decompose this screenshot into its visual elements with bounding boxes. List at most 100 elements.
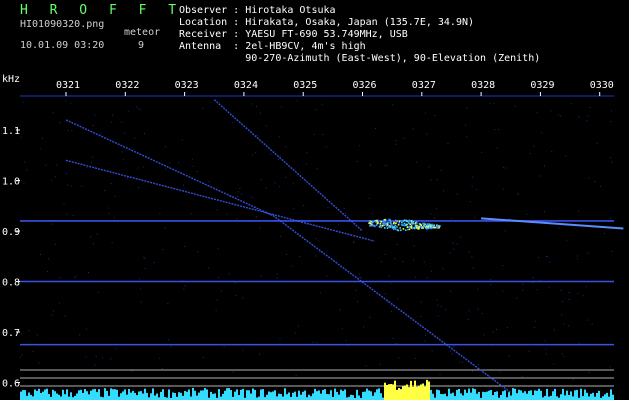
spectrum-bar [262,389,264,400]
noise-speck [477,288,479,290]
spectrum-bar [568,395,570,400]
noise-speck [110,183,112,184]
echo-pixel [376,220,378,223]
spectrum-bar [392,384,394,400]
noise-speck [359,273,361,275]
spectrum-bar [224,390,226,400]
noise-speck [514,105,516,107]
noise-speck [228,273,230,275]
spectrum-bar [254,389,256,400]
spectrum-bar [494,392,496,400]
spectrum-bar [406,384,408,400]
noise-speck [75,275,77,277]
noise-speck [47,271,48,273]
spectrum-bar [144,388,146,400]
noise-speck [58,302,60,304]
noise-speck [610,157,611,159]
echo-pixel [430,227,433,230]
noise-speck [610,217,612,219]
noise-speck [138,187,139,188]
noise-speck [232,371,234,373]
noise-speck [32,351,34,353]
noise-speck [59,277,61,279]
spectrum-bar [202,390,204,400]
spectrum-bar [488,390,490,400]
spectrum-bar [240,389,242,400]
noise-speck [578,116,580,118]
spectrum-bar [192,388,194,400]
noise-speck [471,370,473,372]
noise-speck [402,261,404,263]
spectrum-bar [44,389,46,400]
noise-speck [466,107,467,109]
y-tick-label: 0.8 [2,278,20,289]
echo-pixel [399,227,401,229]
spectrum-bar [228,388,230,400]
noise-speck [611,161,613,163]
noise-speck [305,163,307,165]
noise-speck [159,213,161,214]
noise-speck [414,357,416,359]
noise-speck [143,166,144,168]
noise-speck [144,257,146,259]
noise-speck [121,151,123,153]
echo-pixel [393,222,395,225]
spectrum-bar [132,390,134,400]
spectrum-bar [540,390,542,400]
noise-speck [70,185,72,187]
spectrum-bar [230,390,232,400]
noise-speck [355,289,357,291]
spectrum-bar [596,393,598,400]
noise-speck [490,279,492,281]
noise-speck [386,164,388,166]
noise-speck [79,334,81,336]
noise-speck [526,213,528,215]
spectrum-bar [592,392,594,400]
noise-speck [223,346,225,348]
spectrum-bar [108,395,110,400]
noise-speck [610,121,612,122]
spectrum-bar [172,392,174,400]
spectrum-bar [504,390,506,400]
echo-pixel [389,226,392,229]
spectrum-bar [128,389,130,400]
spectrum-bar [312,393,314,400]
noise-speck [38,362,40,364]
spectrum-bar [560,394,562,400]
echo-pixel [387,222,389,224]
spectrum-bar [462,395,464,400]
noise-speck [451,353,453,355]
noise-speck [279,186,281,188]
noise-speck [124,132,126,134]
spectrum-bar [520,390,522,400]
noise-speck [462,361,464,363]
noise-speck [302,204,304,206]
noise-speck [517,192,519,194]
noise-speck [577,292,579,294]
spectrum-bar [576,389,578,400]
noise-speck [183,288,185,290]
noise-speck [235,295,237,296]
noise-speck [368,197,370,199]
noise-speck [259,227,261,229]
echo-pixel [416,222,418,224]
spectrum-bar [184,391,186,400]
echo-pixel [390,221,392,224]
spectrum-bar [400,389,402,400]
x-tick-label: 0322 [115,80,139,91]
noise-speck [394,258,396,260]
echo-pixel [406,226,409,228]
noise-speck [215,309,217,311]
noise-speck [431,350,433,352]
noise-speck [558,227,560,229]
noise-speck [371,213,373,215]
echo-pixel [422,227,424,229]
x-tick-label: 0324 [234,80,258,91]
noise-speck [65,173,67,175]
spectrum-bar [420,384,422,400]
noise-speck [251,103,253,105]
noise-speck [478,363,480,365]
spectrum-bar [222,393,224,400]
noise-speck [293,207,295,209]
echo-pixel [407,228,409,231]
